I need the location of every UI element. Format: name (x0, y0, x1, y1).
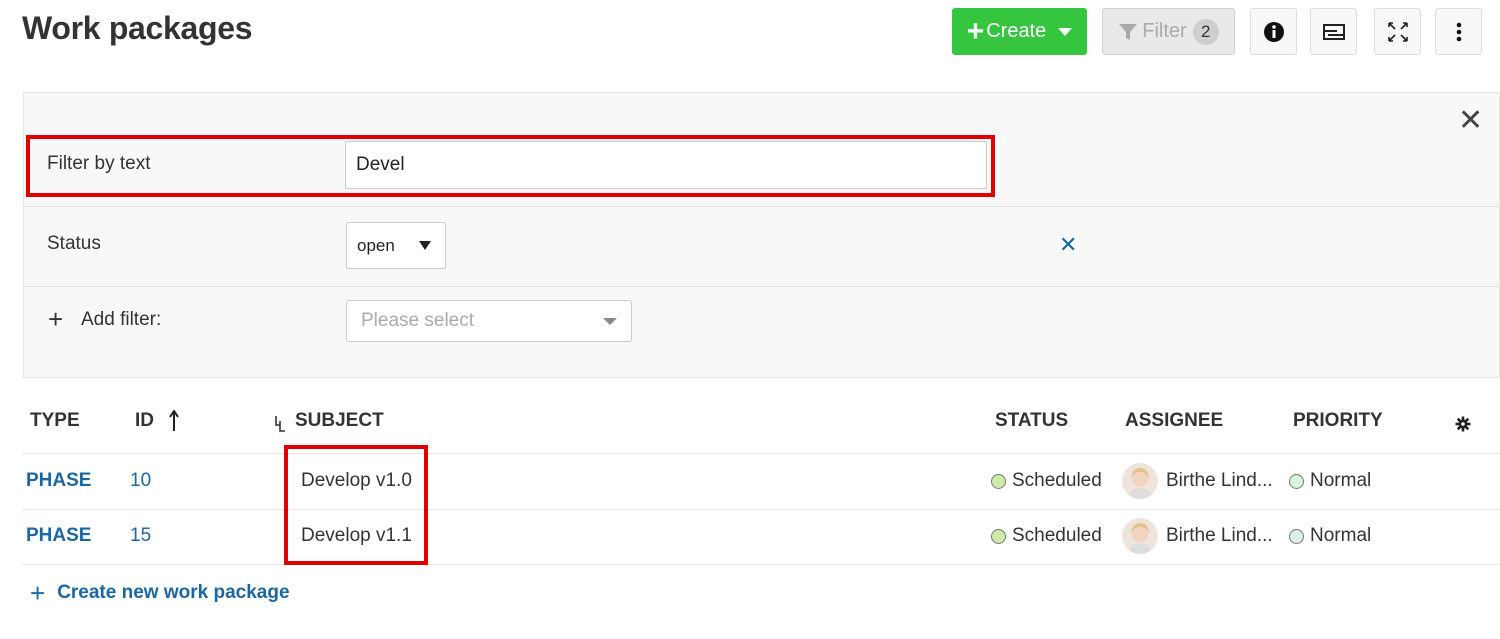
status-select[interactable]: open (346, 222, 446, 269)
info-icon (1263, 21, 1284, 42)
filter-label: Filter (1142, 20, 1187, 42)
more-icon (1456, 22, 1461, 41)
add-filter-placeholder: Please select (361, 310, 475, 331)
priority-cell[interactable]: Normal (1289, 470, 1371, 492)
highlight-frame (26, 135, 995, 197)
priority-text: Normal (1310, 525, 1372, 546)
highlight-frame (284, 445, 428, 565)
more-button[interactable] (1435, 8, 1482, 55)
column-header-subject[interactable]: SUBJECT (295, 410, 384, 432)
column-header-id[interactable]: ID (135, 410, 154, 432)
filter-icon (1119, 23, 1138, 40)
column-header-type[interactable]: TYPE (30, 410, 80, 432)
chevron-down-icon (1058, 27, 1073, 36)
status-text: Scheduled (1012, 525, 1102, 546)
sort-ascending-icon[interactable] (169, 410, 179, 432)
divider (23, 286, 1500, 287)
remove-filter-icon[interactable]: ✕ (1059, 232, 1077, 258)
priority-cell[interactable]: Normal (1289, 525, 1371, 547)
gear-icon[interactable] (1455, 416, 1471, 432)
view-mode-button[interactable] (1310, 8, 1357, 55)
id-link[interactable]: 10 (130, 470, 151, 492)
column-header-assignee[interactable]: ASSIGNEE (1125, 410, 1223, 432)
status-cell[interactable]: Scheduled (991, 470, 1102, 492)
assignee-name[interactable]: Birthe Lind... (1166, 470, 1273, 492)
priority-dot-icon (1289, 528, 1304, 544)
avatar (1122, 518, 1158, 554)
priority-text: Normal (1310, 470, 1372, 491)
status-dot-icon (991, 473, 1006, 489)
create-label: Create (986, 20, 1047, 42)
status-select-value: open (357, 236, 395, 255)
divider (22, 564, 1500, 565)
plus-icon: + (966, 14, 985, 48)
assignee-name[interactable]: Birthe Lind... (1166, 525, 1273, 547)
filter-count-badge: 2 (1192, 18, 1219, 45)
plus-icon: + (30, 578, 46, 608)
column-header-status[interactable]: STATUS (995, 410, 1068, 432)
status-cell[interactable]: Scheduled (991, 525, 1102, 547)
type-cell: PHASE (26, 470, 92, 491)
chevron-down-icon (419, 241, 431, 250)
create-link-label: Create new work package (57, 582, 290, 603)
avatar (1122, 463, 1158, 499)
add-filter-select[interactable]: Please select (346, 300, 632, 342)
divider (23, 206, 1500, 207)
id-link[interactable]: 15 (130, 525, 151, 547)
details-view-button[interactable] (1250, 8, 1297, 55)
priority-dot-icon (1289, 473, 1304, 489)
create-button[interactable]: + Create (952, 8, 1087, 55)
view-mode-icon (1322, 23, 1345, 40)
page-title: Work packages (22, 10, 253, 46)
filter-button[interactable]: Filter 2 (1102, 8, 1235, 55)
divider (22, 453, 1500, 454)
fullscreen-icon (1387, 21, 1408, 42)
status-dot-icon (991, 528, 1006, 544)
status-filter-label: Status (47, 233, 101, 254)
column-header-priority[interactable]: PRIORITY (1293, 410, 1383, 432)
type-cell: PHASE (26, 525, 92, 546)
hierarchy-icon[interactable] (274, 415, 288, 433)
divider (22, 509, 1500, 510)
close-icon[interactable]: ✕ (1458, 106, 1483, 136)
chevron-down-icon (603, 318, 617, 325)
create-new-work-package-link[interactable]: + Create new work package (30, 580, 290, 606)
status-text: Scheduled (1012, 470, 1102, 491)
plus-icon: + (48, 304, 64, 334)
fullscreen-button[interactable] (1374, 8, 1421, 55)
add-filter-label: Add filter: (81, 309, 162, 330)
